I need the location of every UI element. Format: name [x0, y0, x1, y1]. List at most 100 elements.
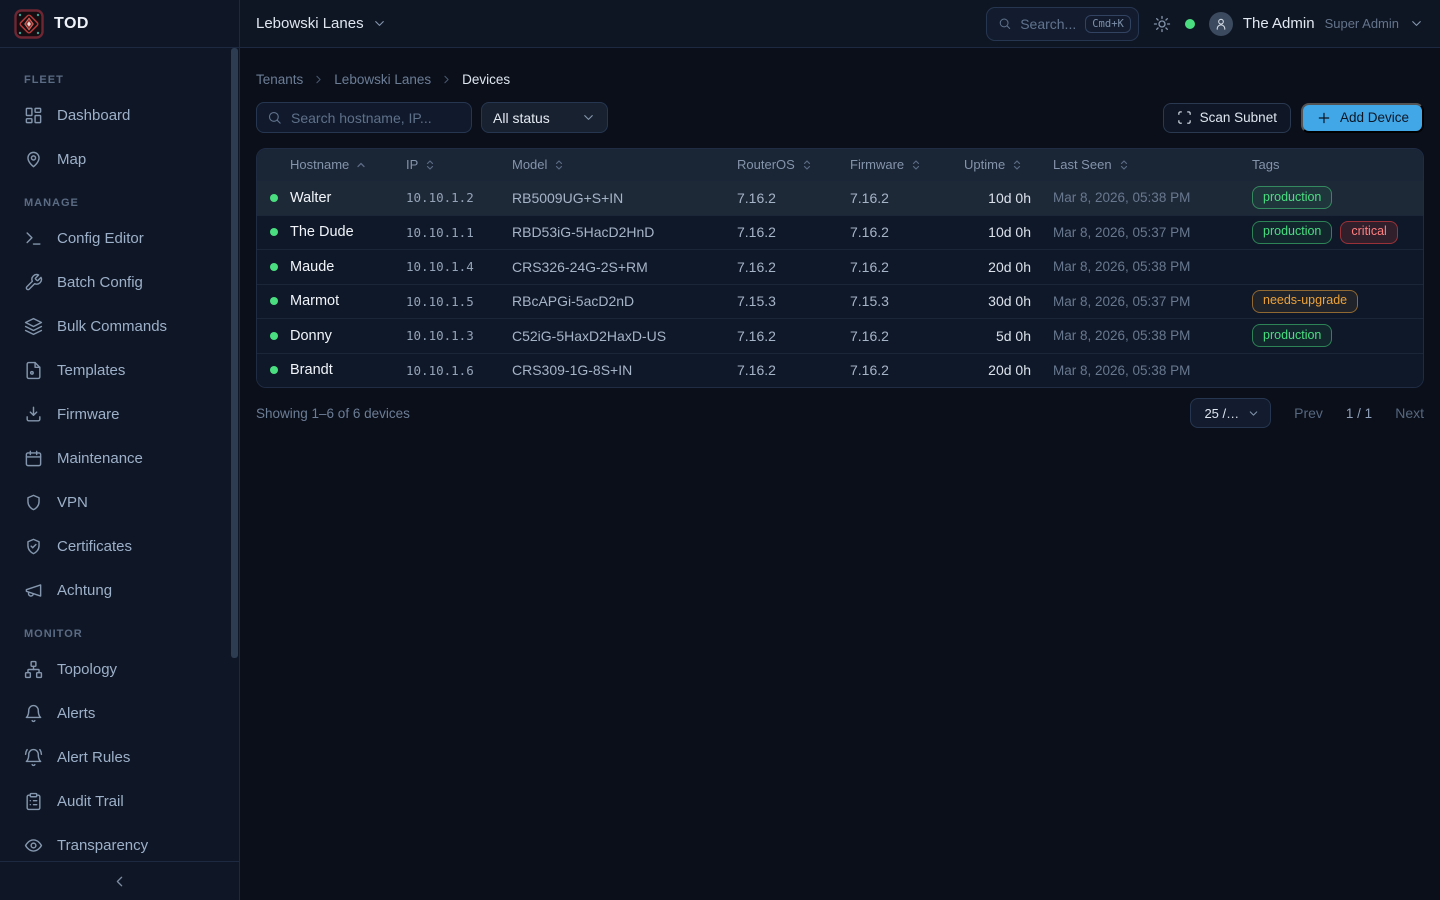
device-last-seen: Mar 8, 2026, 05:37 PM — [1045, 294, 1244, 309]
add-device-label: Add Device — [1340, 110, 1409, 125]
device-status-cell — [257, 228, 290, 236]
next-page-button[interactable]: Next — [1395, 405, 1424, 421]
global-search[interactable]: Search... Cmd+K — [986, 7, 1139, 41]
tag-production: production — [1252, 221, 1332, 244]
device-row-walter[interactable]: Walter10.10.1.2RB5009UG+S+IN7.16.27.16.2… — [257, 180, 1423, 215]
sidebar: TOD FLEETDashboardMapMANAGEConfig Editor… — [0, 0, 240, 900]
device-uptime: 20d 0h — [964, 362, 1045, 378]
device-firmware: 7.16.2 — [850, 259, 964, 275]
devices-page: Tenants Lebowski Lanes Devices All status — [240, 48, 1440, 900]
download-icon — [24, 405, 43, 424]
online-status-dot — [270, 332, 278, 340]
calendar-icon — [24, 449, 43, 468]
sidebar-item-map[interactable]: Map — [0, 137, 239, 181]
sidebar-item-transparency[interactable]: Transparency — [0, 823, 239, 861]
column-header-ip[interactable]: IP — [406, 157, 512, 172]
device-last-seen: Mar 8, 2026, 05:38 PM — [1045, 190, 1244, 205]
chevron-down-icon — [1247, 407, 1260, 420]
user-menu[interactable]: The Admin Super Admin — [1209, 12, 1424, 36]
sidebar-item-batch-config[interactable]: Batch Config — [0, 260, 239, 304]
column-header-hostname[interactable]: Hostname — [290, 157, 406, 172]
sidebar-item-config-editor[interactable]: Config Editor — [0, 216, 239, 260]
page-size-select[interactable]: 25 /… — [1190, 398, 1271, 428]
column-header-routeros[interactable]: RouterOS — [737, 157, 850, 172]
status-filter-value: All status — [493, 110, 550, 126]
column-header-uptime[interactable]: Uptime — [964, 157, 1045, 172]
wrench-icon — [24, 273, 43, 292]
bell-icon — [24, 704, 43, 723]
user-name: The Admin — [1243, 15, 1315, 32]
clipboard-icon — [24, 792, 43, 811]
column-header-last-seen[interactable]: Last Seen — [1045, 157, 1244, 172]
layers-icon — [24, 317, 43, 336]
sidebar-scrollbar-thumb[interactable] — [231, 48, 238, 658]
sidebar-item-achtung[interactable]: Achtung — [0, 568, 239, 612]
sidebar-item-alert-rules[interactable]: Alert Rules — [0, 735, 239, 779]
devices-table-header: HostnameIPModelRouterOSFirmwareUptime Las… — [257, 149, 1423, 180]
sidebar-item-audit-trail[interactable]: Audit Trail — [0, 779, 239, 823]
breadcrumb-item[interactable]: Tenants — [256, 72, 303, 87]
chevron-down-icon — [581, 110, 596, 125]
sidebar-item-dashboard[interactable]: Dashboard — [0, 93, 239, 137]
device-status-cell — [257, 297, 290, 305]
topology-icon — [24, 660, 43, 679]
devices-table-body: Walter10.10.1.2RB5009UG+S+IN7.16.27.16.2… — [257, 180, 1423, 387]
online-status-dot — [270, 297, 278, 305]
device-tags: needs-upgrade — [1244, 290, 1423, 313]
sidebar-item-templates[interactable]: Templates — [0, 348, 239, 392]
sidebar-item-topology[interactable]: Topology — [0, 647, 239, 691]
sidebar-section-monitor: MONITORTopologyAlertsAlert RulesAudit Tr… — [0, 612, 239, 861]
prev-page-button[interactable]: Prev — [1294, 405, 1323, 421]
sidebar-item-label: Config Editor — [57, 230, 144, 247]
sidebar-scrollbar-track — [231, 48, 238, 861]
online-status-dot — [270, 263, 278, 271]
theme-toggle-sun-icon[interactable] — [1153, 15, 1171, 33]
sidebar-item-firmware[interactable]: Firmware — [0, 392, 239, 436]
add-device-button[interactable]: Add Device — [1301, 103, 1424, 133]
device-hostname: The Dude — [290, 224, 406, 240]
status-filter-select[interactable]: All status — [481, 102, 608, 133]
device-last-seen: Mar 8, 2026, 05:37 PM — [1045, 225, 1244, 240]
sidebar-section-manage: MANAGEConfig EditorBatch ConfigBulk Comm… — [0, 181, 239, 612]
device-firmware: 7.15.3 — [850, 293, 964, 309]
device-status-cell — [257, 263, 290, 271]
shield-check-icon — [24, 537, 43, 556]
sort-icon — [553, 159, 565, 171]
sidebar-item-certificates[interactable]: Certificates — [0, 524, 239, 568]
device-tags: production — [1244, 186, 1423, 209]
breadcrumb-item: Devices — [462, 72, 510, 87]
column-header-firmware[interactable]: Firmware — [850, 157, 964, 172]
device-row-brandt[interactable]: Brandt10.10.1.6CRS309-1G-8S+IN7.16.27.16… — [257, 353, 1423, 388]
device-tags: production — [1244, 324, 1423, 347]
column-header-model[interactable]: Model — [512, 157, 737, 172]
device-row-donny[interactable]: Donny10.10.1.3C52iG-5HaxD2HaxD-US7.16.27… — [257, 318, 1423, 353]
breadcrumb-item[interactable]: Lebowski Lanes — [334, 72, 431, 87]
device-firmware: 7.16.2 — [850, 190, 964, 206]
sidebar-item-bulk-commands[interactable]: Bulk Commands — [0, 304, 239, 348]
device-row-marmot[interactable]: Marmot10.10.1.5RBcAPGi-5acD2nD7.15.37.15… — [257, 284, 1423, 319]
tag-production: production — [1252, 324, 1332, 347]
tenant-switcher[interactable]: Lebowski Lanes — [256, 15, 387, 32]
column-header-tags: Tags — [1244, 157, 1423, 172]
plus-icon — [1316, 110, 1332, 126]
sidebar-item-maintenance[interactable]: Maintenance — [0, 436, 239, 480]
device-ip: 10.10.1.2 — [406, 190, 512, 205]
sidebar-collapse-button[interactable] — [0, 861, 239, 900]
page-size-value: 25 /… — [1204, 406, 1239, 421]
sidebar-item-alerts[interactable]: Alerts — [0, 691, 239, 735]
sidebar-item-label: Batch Config — [57, 274, 143, 291]
column-label: Uptime — [964, 157, 1005, 172]
device-hostname: Maude — [290, 259, 406, 275]
device-search-input[interactable] — [291, 110, 461, 126]
app-logo[interactable]: TOD — [0, 0, 239, 48]
chevron-right-icon — [312, 73, 325, 86]
sidebar-item-vpn[interactable]: VPN — [0, 480, 239, 524]
global-search-placeholder: Search... — [1020, 16, 1076, 32]
device-row-the-dude[interactable]: The Dude10.10.1.1RBD53iG-5HacD2HnD7.16.2… — [257, 215, 1423, 250]
tag-needs-upgrade: needs-upgrade — [1252, 290, 1358, 313]
sidebar-nav: FLEETDashboardMapMANAGEConfig EditorBatc… — [0, 48, 239, 861]
device-row-maude[interactable]: Maude10.10.1.4CRS326-24G-2S+RM7.16.27.16… — [257, 249, 1423, 284]
device-model: CRS309-1G-8S+IN — [512, 362, 737, 378]
scan-subnet-button[interactable]: Scan Subnet — [1163, 103, 1291, 133]
sidebar-item-label: Certificates — [57, 538, 132, 555]
